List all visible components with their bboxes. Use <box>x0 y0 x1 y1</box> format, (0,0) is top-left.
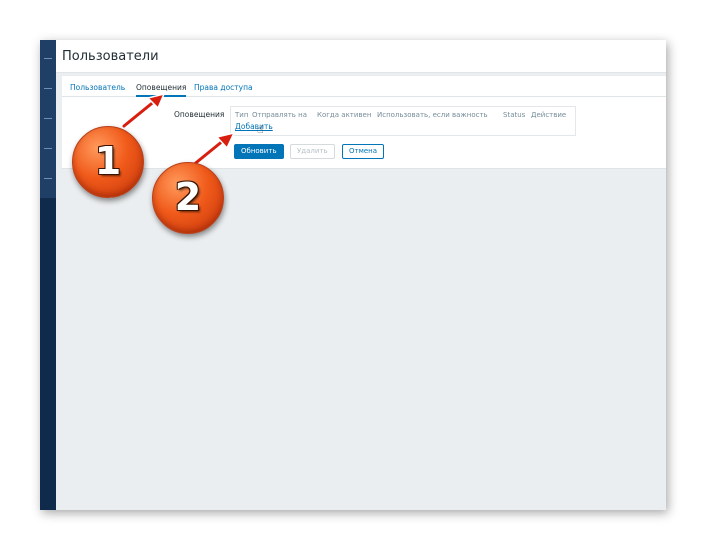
tab-user[interactable]: Пользователь <box>70 83 125 95</box>
column-status: Status <box>503 111 526 119</box>
media-label: Оповещения <box>174 110 225 119</box>
arrow-1-icon <box>121 92 166 129</box>
sidebar-mark <box>44 118 52 119</box>
delete-button[interactable]: Удалить <box>290 144 335 159</box>
step-number: 2 <box>174 175 202 219</box>
hand-cursor-icon: ☝ <box>257 123 264 136</box>
sidebar-mark <box>44 178 52 179</box>
sidebar-mark <box>44 148 52 149</box>
column-type: Тип <box>235 111 249 119</box>
cancel-button[interactable]: Отмена <box>342 144 385 159</box>
step-number: 1 <box>94 139 122 183</box>
column-severity: Использовать, если важность <box>377 111 488 119</box>
step-badge-1: 1 <box>72 126 144 198</box>
step-badge-2: 2 <box>152 162 224 234</box>
title-bar: Пользователи <box>56 40 666 73</box>
media-table: Тип Отправлять на Когда активен Использо… <box>230 106 576 136</box>
column-when-active: Когда активен <box>317 111 372 119</box>
column-action: Действие <box>531 111 567 119</box>
sidebar <box>40 40 56 510</box>
page-title: Пользователи <box>62 49 159 64</box>
tab-permissions[interactable]: Права доступа <box>194 83 253 95</box>
column-send-to: Отправлять на <box>252 111 308 119</box>
sidebar-mark <box>44 88 52 89</box>
sidebar-mark <box>44 58 52 59</box>
sidebar-lower <box>40 198 56 510</box>
